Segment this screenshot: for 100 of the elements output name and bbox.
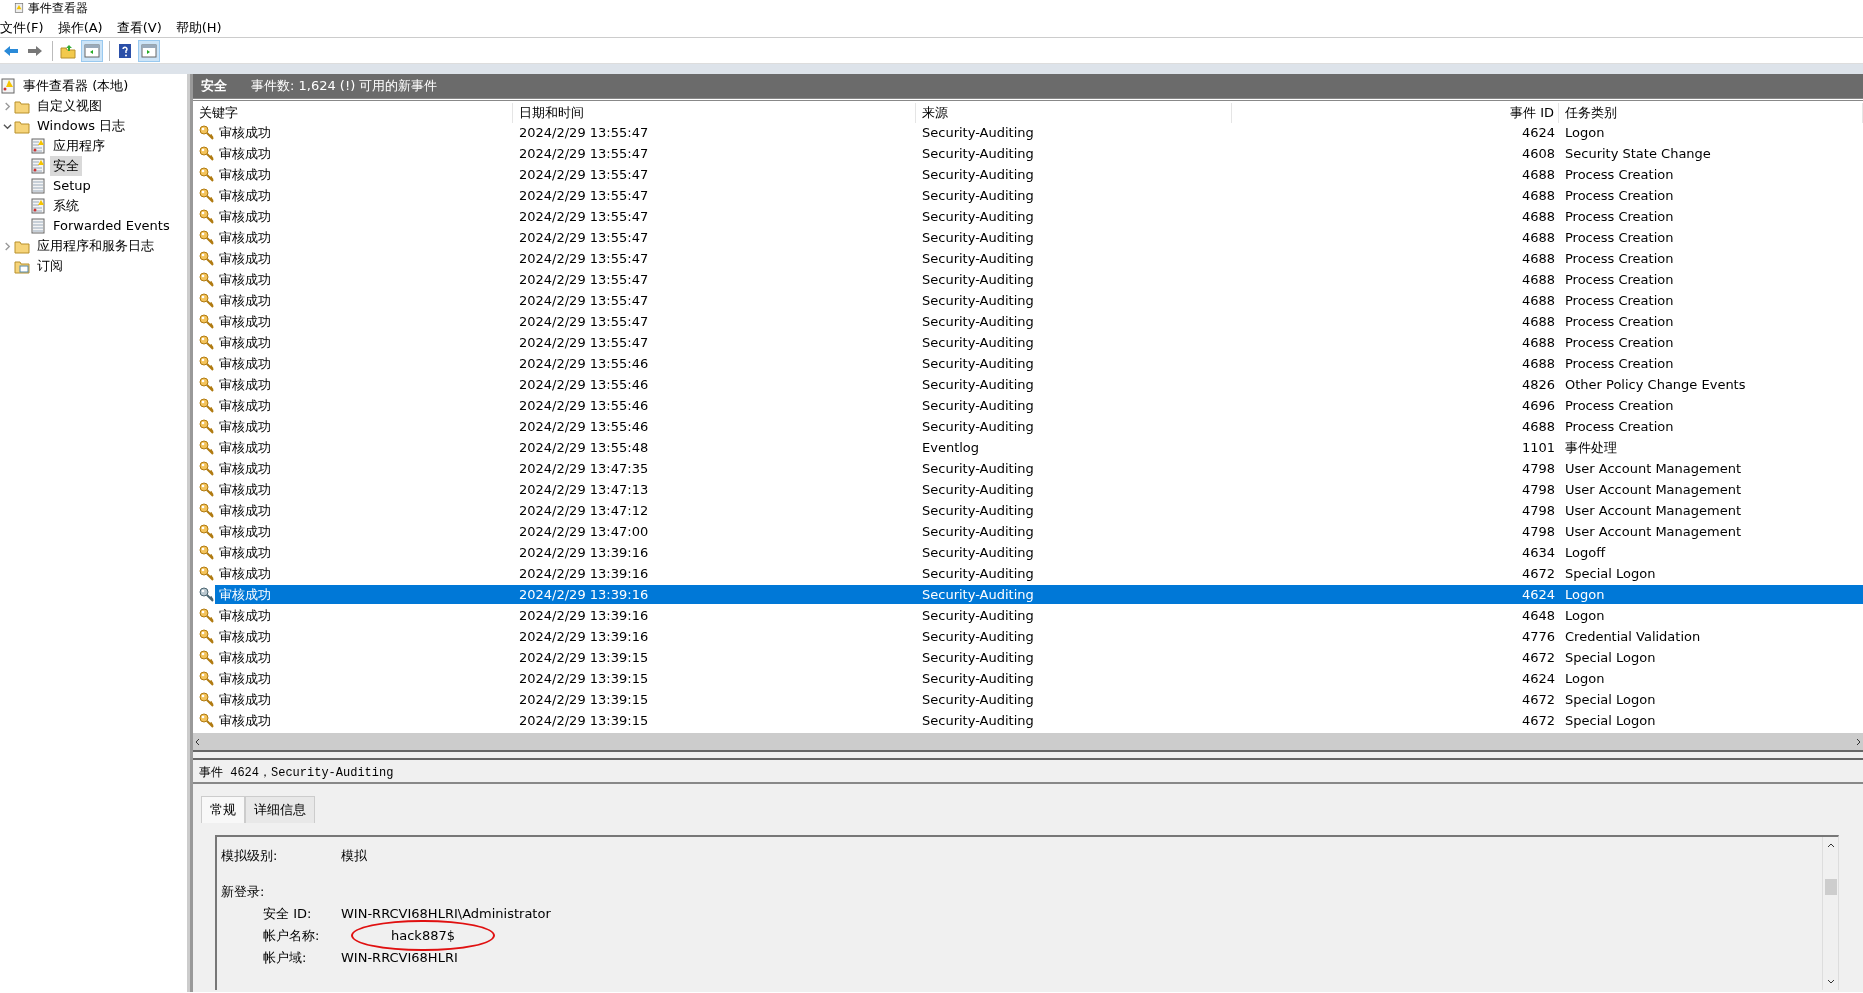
table-cell-text: 审核成功 — [218, 165, 272, 184]
table-row[interactable]: 审核成功 2024/2/29 13:55:48 Eventlog 1101 事件处理 — [193, 437, 1863, 458]
table-row[interactable]: 审核成功 2024/2/29 13:55:47 Security-Auditing 4688 Process Creation — [193, 311, 1863, 332]
table-row[interactable]: 审核成功 2024/2/29 13:39:15 Security-Auditing 4672 Special Logon — [193, 647, 1863, 668]
menu-item[interactable]: 文件(F) — [0, 15, 52, 38]
tree-item[interactable]: 订阅 — [34, 256, 66, 276]
menu-item[interactable]: 操作(A) — [57, 15, 111, 38]
table-cell-text: 审核成功 — [218, 312, 272, 331]
table-cell-text: 审核成功 — [218, 501, 272, 520]
window-title: 事件查看器 — [28, 1, 88, 15]
column-header[interactable]: 来源 — [916, 103, 1232, 123]
table-row[interactable]: 审核成功 2024/2/29 13:55:47 Security-Auditing 4688 Process Creation — [193, 227, 1863, 248]
table-row[interactable]: 审核成功 2024/2/29 13:55:47 Security-Auditing 4688 Process Creation — [193, 269, 1863, 290]
table-row[interactable]: 审核成功 2024/2/29 13:39:15 Security-Auditing 4672 Special Logon — [193, 710, 1863, 731]
table-row[interactable]: 审核成功 2024/2/29 13:47:35 Security-Auditing 4798 User Account Management — [193, 458, 1863, 479]
table-cell-text: 审核成功 — [218, 375, 272, 394]
table-row[interactable]: 审核成功 2024/2/29 13:39:15 Security-Auditing 4624 Logon — [193, 668, 1863, 689]
table-row[interactable]: 审核成功 2024/2/29 13:55:47 Security-Auditing 4688 Process Creation — [193, 185, 1863, 206]
table-cell-text: User Account Management — [1564, 480, 1743, 499]
table-cell-text: 事件处理 — [1564, 438, 1618, 457]
table-cell-text: Security-Auditing — [921, 480, 1035, 499]
table-row[interactable]: 审核成功 2024/2/29 13:39:16 Security-Auditing 4648 Logon — [193, 605, 1863, 626]
table-row[interactable]: 审核成功 2024/2/29 13:39:16 Security-Auditing 4672 Special Logon — [193, 563, 1863, 584]
column-header[interactable]: 关键字 — [193, 103, 513, 123]
table-cell-text: 2024/2/29 13:55:47 — [518, 291, 650, 310]
table-row[interactable]: 审核成功 2024/2/29 13:55:46 Security-Auditing 4826 Other Policy Change Events — [193, 374, 1863, 395]
table-row[interactable]: 审核成功 2024/2/29 13:55:46 Security-Auditing 4688 Process Creation — [193, 416, 1863, 437]
tree-item[interactable]: Setup — [50, 176, 94, 196]
table-cell-text: 审核成功 — [218, 711, 272, 730]
table-cell-text: 审核成功 — [218, 354, 272, 373]
table-row[interactable]: 审核成功 2024/2/29 13:55:47 Security-Auditing 4688 Process Creation — [193, 332, 1863, 353]
table-cell-text: 4634 — [1520, 543, 1556, 562]
table-cell-text: 2024/2/29 13:47:35 — [518, 459, 650, 478]
table-cell-text: 2024/2/29 13:39:15 — [518, 711, 650, 730]
table-cell-text: Security-Auditing — [921, 648, 1035, 667]
table-cell-text: 2024/2/29 13:55:46 — [518, 354, 650, 373]
table-cell-text: 2024/2/29 13:39:15 — [518, 648, 650, 667]
tree-item[interactable]: 应用程序和服务日志 — [34, 236, 157, 256]
table-cell-text: 2024/2/29 13:39:16 — [518, 627, 650, 646]
table-row[interactable]: 审核成功 2024/2/29 13:55:46 Security-Auditing 4688 Process Creation — [193, 353, 1863, 374]
table-cell-text: 4608 — [1520, 144, 1556, 163]
table-cell-text: Process Creation — [1564, 186, 1675, 205]
tree-item[interactable]: 事件查看器 (本地) — [20, 76, 132, 96]
table-row[interactable]: 审核成功 2024/2/29 13:39:16 Security-Auditing 4624 Logon — [193, 584, 1863, 605]
tab[interactable]: 常规 — [201, 796, 245, 823]
table-row[interactable]: 审核成功 2024/2/29 13:55:47 Security-Auditing 4688 Process Creation — [193, 248, 1863, 269]
table-row[interactable]: 审核成功 2024/2/29 13:47:13 Security-Auditing 4798 User Account Management — [193, 479, 1863, 500]
table-cell-text: Security-Auditing — [921, 669, 1035, 688]
table-cell-text: 4688 — [1520, 333, 1556, 352]
table-row[interactable]: 审核成功 2024/2/29 13:47:00 Security-Auditing 4798 User Account Management — [193, 521, 1863, 542]
table-cell-text: 2024/2/29 13:55:47 — [518, 249, 650, 268]
column-header[interactable]: 日期和时间 — [513, 103, 916, 123]
table-cell-text: Security-Auditing — [921, 165, 1035, 184]
table-cell-text: Security-Auditing — [921, 459, 1035, 478]
tree-item[interactable]: 系统 — [50, 196, 82, 216]
table-cell-text: Process Creation — [1564, 417, 1675, 436]
tree-item[interactable]: 安全 — [50, 156, 82, 176]
table-cell-text: 4826 — [1520, 375, 1556, 394]
table-cell-text: 4648 — [1520, 606, 1556, 625]
table-cell-text: 审核成功 — [218, 270, 272, 289]
table-row[interactable]: 审核成功 2024/2/29 13:55:47 Security-Auditing 4624 Logon — [193, 122, 1863, 143]
table-cell-text: Security-Auditing — [921, 375, 1035, 394]
table-cell-text: Logoff — [1564, 543, 1607, 562]
table-cell-text: Security-Auditing — [921, 396, 1035, 415]
table-row[interactable]: 审核成功 2024/2/29 13:47:12 Security-Auditing 4798 User Account Management — [193, 500, 1863, 521]
table-cell-text: Process Creation — [1564, 249, 1675, 268]
table-cell-text: 审核成功 — [218, 396, 272, 415]
table-cell-text: 2024/2/29 13:55:47 — [518, 207, 650, 226]
table-cell-text: Security-Auditing — [921, 207, 1035, 226]
column-header[interactable]: 事件 ID — [1232, 103, 1559, 123]
table-cell-text: 审核成功 — [218, 333, 272, 352]
table-row[interactable]: 审核成功 2024/2/29 13:39:15 Security-Auditing 4672 Special Logon — [193, 689, 1863, 710]
field-label: 安全 ID: — [263, 904, 313, 923]
menu-item[interactable]: 帮助(H) — [175, 15, 230, 38]
table-row[interactable]: 审核成功 2024/2/29 13:39:16 Security-Auditing 4776 Credential Validation — [193, 626, 1863, 647]
tree-item[interactable]: Forwarded Events — [50, 216, 173, 236]
table-cell-text: Process Creation — [1564, 207, 1675, 226]
table-row[interactable]: 审核成功 2024/2/29 13:55:47 Security-Auditing 4688 Process Creation — [193, 290, 1863, 311]
table-row[interactable]: 审核成功 2024/2/29 13:55:47 Security-Auditing 4688 Process Creation — [193, 164, 1863, 185]
table-cell-text: Eventlog — [921, 438, 981, 457]
tree-item[interactable]: 自定义视图 — [34, 96, 105, 116]
table-cell-text: Security-Auditing — [921, 564, 1035, 583]
table-cell-text: Security-Auditing — [921, 543, 1035, 562]
table-cell-text: 2024/2/29 13:55:47 — [518, 186, 650, 205]
table-cell-text: Process Creation — [1564, 291, 1675, 310]
menu-item[interactable]: 查看(V) — [116, 15, 170, 38]
table-row[interactable]: 审核成功 2024/2/29 13:55:46 Security-Auditing 4696 Process Creation — [193, 395, 1863, 416]
table-cell-text: Security-Auditing — [921, 228, 1035, 247]
table-cell-text: 4798 — [1520, 459, 1556, 478]
table-row[interactable]: 审核成功 2024/2/29 13:39:16 Security-Auditing 4634 Logoff — [193, 542, 1863, 563]
table-cell-text: 4688 — [1520, 417, 1556, 436]
table-row[interactable]: 审核成功 2024/2/29 13:55:47 Security-Auditing 4688 Process Creation — [193, 206, 1863, 227]
tree-item[interactable]: Windows 日志 — [34, 116, 129, 136]
table-cell-text: 4798 — [1520, 501, 1556, 520]
tree-item[interactable]: 应用程序 — [50, 136, 108, 156]
column-header[interactable]: 任务类别 — [1559, 103, 1863, 123]
table-cell-text: User Account Management — [1564, 501, 1743, 520]
table-cell-text: 审核成功 — [218, 564, 272, 583]
table-row[interactable]: 审核成功 2024/2/29 13:55:47 Security-Auditing 4608 Security State Change — [193, 143, 1863, 164]
tab[interactable]: 详细信息 — [245, 796, 315, 823]
